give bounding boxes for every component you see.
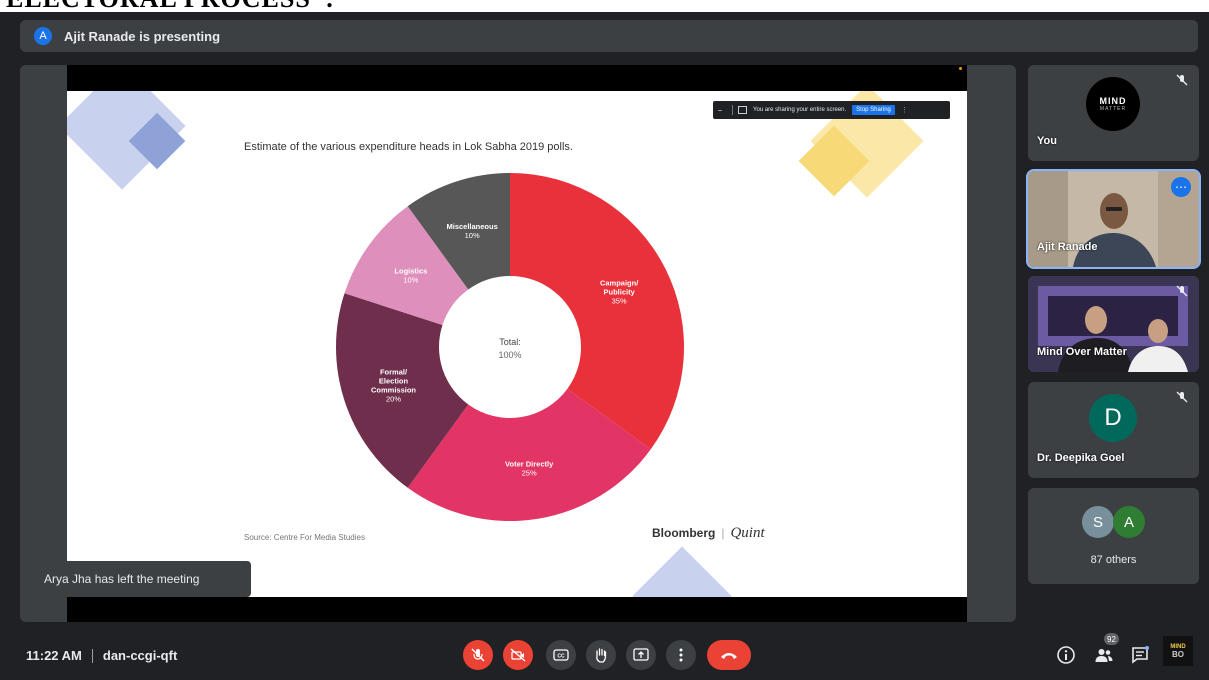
donut-slice-0 (510, 173, 685, 450)
slice-label: Election (379, 376, 409, 385)
slice-value: 10% (403, 275, 418, 284)
people-count-badge: 92 (1104, 633, 1119, 645)
toast-text: Arya Jha has left the meeting (44, 572, 200, 586)
participant-name-presenter: Ajit Ranade (1037, 241, 1098, 253)
more-vert-icon (679, 648, 683, 662)
slice-value: 10% (465, 231, 480, 240)
slice-value: 35% (612, 296, 627, 305)
more-options-icon[interactable]: ⋯ (1171, 177, 1191, 197)
brand-logo: Bloomberg | Quint (652, 525, 765, 541)
logo-text-1: MIND (1099, 96, 1127, 106)
mind-over-matter-logo: MIND MATTER (1086, 77, 1140, 131)
mic-toggle-button[interactable] (463, 640, 493, 670)
brand-right: Quint (730, 525, 765, 541)
participant-name-you: You (1037, 135, 1057, 147)
meeting-code: dan-ccgi-qft (102, 648, 178, 663)
present-screen-icon (633, 648, 649, 661)
participant-name-deepika: Dr. Deepika Goel (1037, 452, 1125, 464)
meeting-divider (91, 648, 93, 663)
info-icon[interactable] (1056, 645, 1076, 665)
tile-presenter[interactable]: ⋯ Ajit Ranade (1028, 171, 1199, 267)
leave-call-button[interactable] (707, 640, 751, 670)
other-avatar-s: S (1082, 506, 1114, 538)
slice-label: Commission (371, 385, 416, 394)
deepika-avatar: D (1089, 394, 1137, 442)
top-strip: ELECTORAL PROCESS". (0, 0, 1209, 12)
other-avatar-a: A (1113, 506, 1145, 538)
chat-icon[interactable] (1130, 645, 1150, 665)
hand-icon (596, 648, 607, 663)
slide: − You are sharing your entire screen. St… (67, 91, 967, 597)
top-strip-text: ELECTORAL PROCESS". (6, 0, 334, 12)
slide-source: Source: Centre For Media Studies (244, 533, 365, 542)
mic-off-icon (1176, 74, 1188, 86)
slice-label: Voter Directly (505, 459, 554, 468)
presenting-banner[interactable]: A Ajit Ranade is presenting (20, 20, 1198, 52)
captions-icon: CC (553, 649, 569, 661)
svg-text:CC: CC (557, 654, 565, 660)
tile-deepika[interactable]: D Dr. Deepika Goel (1028, 382, 1199, 478)
left-meeting-toast: Arya Jha has left the meeting (26, 561, 251, 597)
meeting-details[interactable]: 11:22 AM dan-ccgi-qft (26, 648, 177, 663)
slice-label: Formal/ (380, 367, 408, 376)
people-icon[interactable] (1094, 645, 1114, 665)
slice-value: 25% (522, 468, 537, 477)
more-options-button[interactable] (666, 640, 696, 670)
camera-toggle-button[interactable] (503, 640, 533, 670)
presenting-label: Ajit Ranade is presenting (64, 28, 221, 44)
donut-chart: Campaign/Publicity35% Voter Directly25% Fo… (336, 173, 685, 521)
logo-text-2: MATTER (1099, 106, 1127, 112)
donut-center-label: Total: (499, 337, 521, 347)
brand-left: Bloomberg (652, 526, 716, 540)
captions-button[interactable]: CC (546, 640, 576, 670)
slice-label: Campaign/ (600, 278, 639, 287)
presentation-stage: − You are sharing your entire screen. St… (20, 65, 1016, 622)
mic-off-icon (471, 648, 485, 662)
raise-hand-button[interactable] (586, 640, 616, 670)
presenter-avatar: A (34, 27, 52, 45)
recording-dot (959, 67, 962, 70)
slice-label: Publicity (604, 287, 636, 296)
donut-center-value: 100% (498, 350, 521, 360)
shared-screen: − You are sharing your entire screen. St… (67, 65, 967, 622)
slice-label: Logistics (394, 266, 427, 275)
mic-off-icon (1176, 391, 1188, 403)
meeting-time: 11:22 AM (26, 648, 82, 663)
present-now-button[interactable] (626, 640, 656, 670)
slice-label: Miscellaneous (447, 222, 498, 231)
corner-logo: MIND BO (1163, 636, 1193, 666)
slice-value: 20% (386, 394, 401, 403)
camera-off-icon (510, 648, 526, 662)
tile-others[interactable]: S A 87 others (1028, 488, 1199, 584)
participant-name-group: Mind Over Matter (1037, 346, 1127, 358)
hang-up-icon (721, 653, 737, 659)
tile-you[interactable]: MIND MATTER You (1028, 65, 1199, 161)
tile-group[interactable]: Mind Over Matter (1028, 276, 1199, 372)
corner-logo-text-2: BO (1172, 649, 1184, 659)
others-count: 87 others (1090, 554, 1137, 566)
mic-off-icon (1176, 285, 1188, 297)
